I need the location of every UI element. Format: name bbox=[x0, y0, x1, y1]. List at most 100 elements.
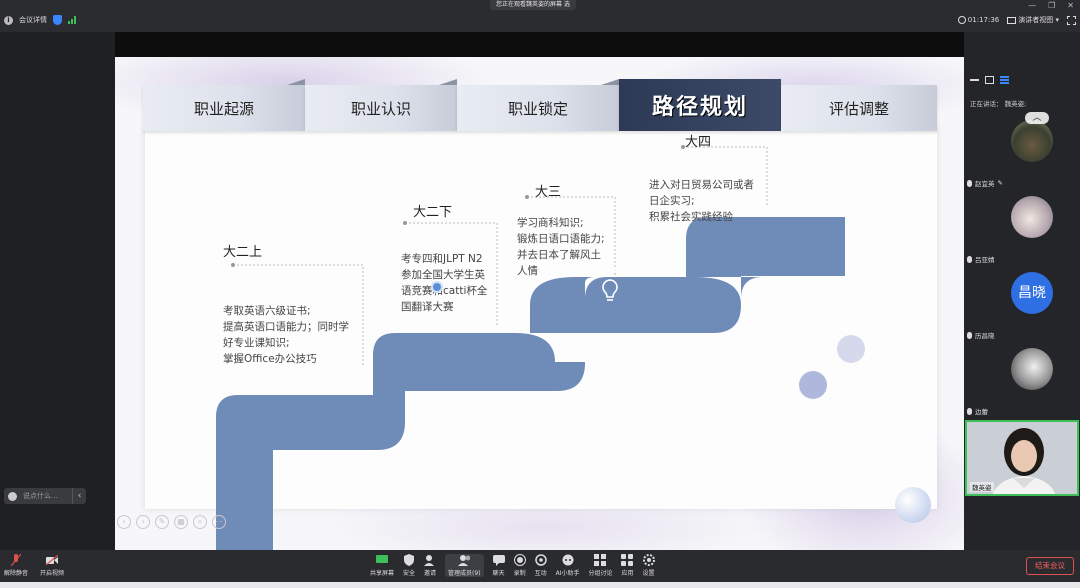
pen-icon[interactable]: ✎ bbox=[155, 515, 169, 529]
meeting-app: i 会议详情 您正在观看魏英姿的屏幕 选 — ❐ ✕ 01:17:36 演讲者视… bbox=[0, 0, 1080, 588]
desc-line: 国翻译大赛 bbox=[401, 301, 454, 313]
manage-members-button[interactable]: 管理成员(9) bbox=[445, 554, 484, 577]
guide-dots bbox=[231, 145, 685, 267]
step-label-senior: 大四 bbox=[685, 135, 712, 150]
speaking-indicator: 正在讲话： 魏英姿; bbox=[970, 98, 1026, 108]
decor-circle bbox=[799, 371, 827, 399]
list-view-icon[interactable] bbox=[1000, 76, 1009, 84]
avatar bbox=[1011, 196, 1053, 238]
start-video-button[interactable]: 开启视频 bbox=[40, 554, 64, 577]
invite-user-icon bbox=[424, 554, 436, 566]
interact-icon bbox=[534, 554, 547, 566]
desc-line: 锻炼日语口语能力; bbox=[517, 233, 605, 245]
top-bar: i 会议详情 您正在观看魏英姿的屏幕 选 — ❐ ✕ 01:17:36 演讲者视… bbox=[0, 0, 1080, 32]
step-desc-senior: 进入对日贸易公司或者 日企实习; 积累社会实践经验 bbox=[649, 177, 754, 225]
chat-input-pill[interactable]: 说点什么... ‹ bbox=[4, 488, 86, 504]
maximize-icon[interactable]: ❐ bbox=[1048, 1, 1055, 10]
sharing-banner[interactable]: 您正在观看魏英姿的屏幕 选 bbox=[490, 0, 576, 10]
staircase-shape bbox=[373, 357, 415, 391]
unmute-label: 解除静音 bbox=[4, 570, 29, 577]
step-label-junior: 大三 bbox=[535, 185, 562, 200]
participant-tile[interactable]: 昌晓 历昌晓 bbox=[964, 264, 1080, 340]
mic-icon bbox=[967, 407, 972, 415]
close-icon[interactable]: ✕ bbox=[1067, 1, 1074, 10]
desc-line: 人情 bbox=[517, 265, 538, 277]
unmute-button[interactable]: 解除静音 bbox=[4, 554, 28, 577]
ai-assistant-button[interactable]: AI小助手 bbox=[555, 554, 580, 577]
step-desc-sophomore-first: 考取英语六级证书; 提高英语口语能力；同时学 好专业课知识; 掌握Office办… bbox=[223, 303, 349, 367]
settings-button[interactable]: 设置 bbox=[642, 554, 655, 577]
camera-off-icon bbox=[46, 554, 59, 566]
main-actions: 共享屏幕 安全 邀请 管理成员(9) 聊天 录制 互动 AI小助手 分组讨论 应… bbox=[370, 554, 655, 577]
active-speaker-video[interactable]: 魏英姿 bbox=[965, 420, 1079, 496]
avatar bbox=[1011, 348, 1053, 390]
chat-button[interactable]: 聊天 bbox=[492, 554, 505, 577]
step-desc-junior: 学习商科知识; 锻炼日语口语能力; 并去日本了解风土 人情 bbox=[517, 215, 605, 279]
share-screen-button[interactable]: 共享屏幕 bbox=[370, 554, 394, 577]
participant-tile[interactable]: 边蕾 bbox=[964, 340, 1080, 416]
timer-value: 01:17:36 bbox=[967, 16, 1000, 24]
taskbar-strip bbox=[0, 582, 1080, 588]
presentation-slide: 职业起源 职业认识 职业锁定 路径规划 评估调整 大二上 考取英语六级证书; 提… bbox=[115, 57, 964, 550]
edit-icon[interactable]: ✎ bbox=[998, 179, 1003, 187]
network-signal-icon[interactable] bbox=[68, 16, 76, 24]
chat-label: 聊天 bbox=[492, 570, 505, 577]
apps-label: 应用 bbox=[621, 570, 634, 577]
zoom-icon[interactable]: ⌕ bbox=[193, 515, 207, 529]
start-video-label: 开启视频 bbox=[40, 570, 65, 577]
single-view-icon[interactable] bbox=[985, 76, 994, 84]
name-text: 吕亚婧 bbox=[975, 256, 995, 264]
name-text: 魏英姿 bbox=[972, 484, 992, 492]
interact-label: 互动 bbox=[534, 570, 547, 577]
end-meeting-button[interactable]: 结束会议 bbox=[1026, 557, 1074, 575]
prev-slide-icon[interactable]: ‹ bbox=[117, 515, 131, 529]
interact-button[interactable]: 互动 bbox=[535, 554, 547, 577]
apps-grid-icon bbox=[621, 554, 634, 566]
next-slide-icon[interactable]: › bbox=[136, 515, 150, 529]
scroll-up-icon[interactable]: ︿ bbox=[1025, 112, 1049, 124]
chat-bubble-icon bbox=[492, 554, 505, 566]
breakout-button[interactable]: 分组讨论 bbox=[588, 554, 612, 577]
fullscreen-icon[interactable] bbox=[1067, 15, 1076, 25]
ai-assistant-icon bbox=[562, 554, 574, 566]
decor-circle bbox=[895, 487, 931, 523]
chat-placeholder: 说点什么... bbox=[23, 492, 58, 500]
settings-label: 设置 bbox=[642, 570, 655, 577]
sharing-banner-menu[interactable]: 选 bbox=[564, 1, 570, 8]
breakout-label: 分组讨论 bbox=[588, 570, 613, 577]
participant-name: 吕亚婧 bbox=[967, 254, 995, 264]
more-icon[interactable]: ⋯ bbox=[212, 515, 226, 529]
info-icon[interactable]: i bbox=[4, 15, 13, 25]
meeting-info-link[interactable]: 会议详情 bbox=[19, 15, 47, 25]
apps-button[interactable]: 应用 bbox=[621, 554, 634, 577]
desc-line: 并去日本了解风土 bbox=[517, 249, 601, 261]
collapse-icon[interactable]: ‹ bbox=[72, 488, 86, 504]
step-label-sophomore-second: 大二下 bbox=[413, 205, 453, 220]
name-text: 边蕾 bbox=[975, 408, 988, 416]
security-shield-icon[interactable] bbox=[53, 15, 62, 25]
mic-icon bbox=[967, 331, 972, 339]
minimize-panel-icon[interactable] bbox=[970, 79, 979, 87]
minimize-icon[interactable]: — bbox=[1028, 1, 1036, 10]
avatar-initials: 昌晓 bbox=[1011, 272, 1053, 314]
step-label-sophomore-first: 大二上 bbox=[223, 245, 263, 260]
microphone-muted-icon bbox=[10, 554, 22, 566]
participant-tile[interactable]: 赵宜英 ✎ bbox=[964, 112, 1080, 188]
desc-line: 考专四和JLPT N2 bbox=[401, 253, 483, 265]
security-button[interactable]: 安全 bbox=[403, 554, 415, 577]
desc-line: 学习商科知识; bbox=[517, 217, 584, 229]
record-button[interactable]: 录制 bbox=[513, 554, 526, 577]
participant-name: 赵宜英 ✎ bbox=[967, 178, 1003, 188]
timer-icon bbox=[957, 16, 966, 24]
breakout-rooms-icon bbox=[594, 554, 607, 566]
slide-toolbar: ‹ › ✎ ▦ ⌕ ⋯ bbox=[117, 515, 226, 529]
view-mode-button[interactable]: 演讲者视图 ▾ bbox=[1007, 15, 1059, 25]
name-text: 历昌晓 bbox=[975, 332, 995, 340]
layout-icon bbox=[1007, 16, 1017, 24]
participant-tile[interactable]: 吕亚婧 bbox=[964, 188, 1080, 264]
ai-assistant-label: AI小助手 bbox=[555, 570, 580, 577]
grid-icon[interactable]: ▦ bbox=[174, 515, 188, 529]
shield-icon bbox=[403, 554, 415, 566]
invite-button[interactable]: 邀请 bbox=[424, 554, 436, 577]
desc-line: 语竞赛和catti杯全 bbox=[401, 285, 488, 297]
